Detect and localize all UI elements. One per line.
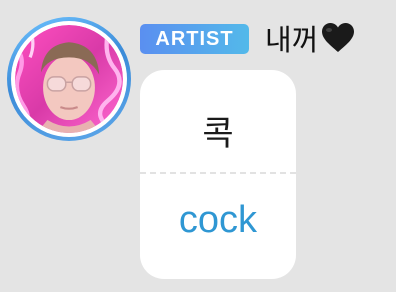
original-message-text: 콕 xyxy=(202,113,234,154)
nickname: 내꺼 xyxy=(265,21,356,57)
artist-badge: ARTIST xyxy=(140,24,249,54)
chat-message-row: ARTIST 내꺼 콕 cock xyxy=(0,0,396,292)
message-bubble[interactable]: 콕 cock xyxy=(140,70,296,279)
black-heart-icon xyxy=(322,23,355,52)
translated-message-text: cock xyxy=(178,198,258,241)
nickname-label: 내꺼 xyxy=(265,23,319,57)
avatar-border xyxy=(11,21,127,137)
translation-divider xyxy=(140,172,296,174)
avatar[interactable] xyxy=(7,17,131,141)
avatar-photo xyxy=(15,25,123,133)
